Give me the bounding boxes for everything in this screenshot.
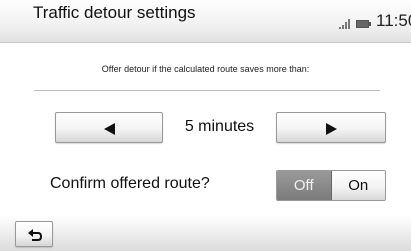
- page-title: Traffic detour settings: [33, 3, 196, 22]
- divider: [34, 90, 380, 91]
- increase-button[interactable]: [276, 112, 386, 143]
- confirm-route-label: Confirm offered route?: [50, 175, 210, 192]
- footer-bar: [0, 215, 411, 251]
- signal-icon: [339, 19, 351, 29]
- clock: 11:50: [376, 11, 411, 30]
- detour-prompt: Offer detour if the calculated route sav…: [101, 64, 310, 74]
- triangle-left-icon: [104, 123, 115, 135]
- toggle-on-option[interactable]: On: [331, 171, 385, 200]
- toggle-off-option[interactable]: Off: [277, 171, 332, 200]
- detour-duration-value: 5 minutes: [184, 118, 255, 135]
- decrease-button[interactable]: [55, 112, 163, 143]
- header-bar: Traffic detour settings 11:50: [0, 0, 411, 43]
- back-arrow-icon: [28, 229, 43, 241]
- triangle-right-icon: [326, 123, 337, 135]
- back-button[interactable]: [15, 221, 53, 247]
- confirm-route-toggle[interactable]: Off On: [276, 170, 386, 201]
- battery-icon: [356, 20, 371, 28]
